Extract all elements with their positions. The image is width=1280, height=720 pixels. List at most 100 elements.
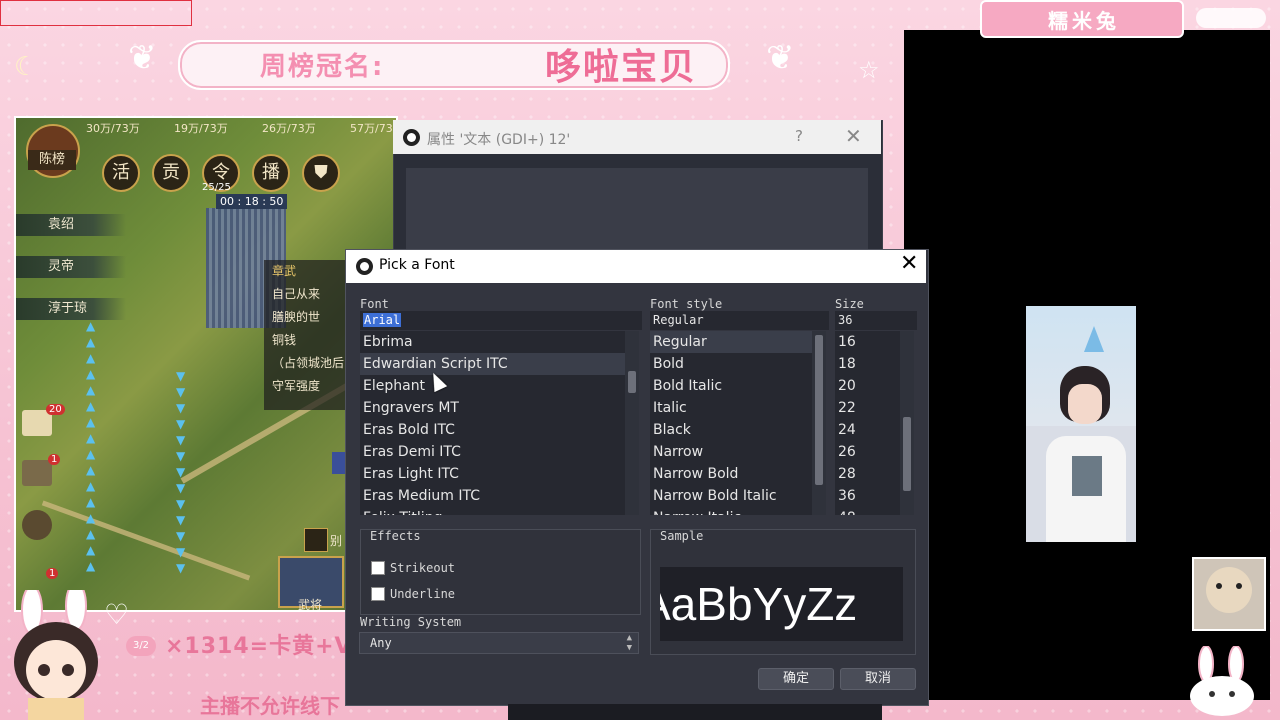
- anime-girl-avatar: [14, 590, 98, 720]
- font-name-value: Arial: [363, 313, 402, 327]
- sample-preview: AaBbYyZz: [660, 567, 903, 641]
- moon-icon: ☾: [14, 52, 38, 82]
- underline-checkbox[interactable]: [371, 587, 385, 601]
- font-list-scrollbar[interactable]: [625, 331, 639, 515]
- font-item[interactable]: Engravers MT: [360, 397, 625, 419]
- march-path: ▲ ▲ ▲ ▲ ▲ ▲ ▲ ▲ ▲ ▲ ▲ ▲ ▲ ▲ ▲ ▲: [86, 319, 96, 573]
- name-tag-2[interactable]: 灵帝: [16, 256, 126, 278]
- font-item[interactable]: Ebrima: [360, 331, 625, 353]
- size-item[interactable]: 36: [835, 485, 900, 507]
- style-scroll-thumb[interactable]: [815, 335, 823, 485]
- obs-logo-icon: [403, 129, 420, 146]
- resource-1: 30万/73万: [86, 122, 140, 135]
- cancel-button[interactable]: 取消: [840, 668, 916, 690]
- font-item[interactable]: Eras Light ITC: [360, 463, 625, 485]
- sample-text: AaBbYyZz: [660, 578, 858, 630]
- resource-2: 19万/73万: [174, 122, 228, 135]
- writing-system-label: Writing System: [360, 615, 462, 629]
- close-icon[interactable]: ✕: [900, 251, 918, 276]
- banner-label: 周榜冠名:: [260, 52, 385, 82]
- march-path-2: ▼ ▼ ▼ ▼ ▼ ▼ ▼ ▼ ▼ ▼ ▼ ▼ ▼: [176, 369, 186, 575]
- style-item[interactable]: Narrow Italic: [650, 507, 812, 515]
- size-item[interactable]: 48: [835, 507, 900, 515]
- size-scroll-thumb[interactable]: [903, 417, 911, 491]
- mail-badge: 20: [46, 404, 65, 415]
- sample-label: Sample: [660, 529, 704, 543]
- size-list-scrollbar[interactable]: [900, 331, 914, 515]
- size-item[interactable]: 18: [835, 353, 900, 375]
- font-item[interactable]: Elephant: [360, 375, 625, 397]
- star-icon: ☆: [858, 56, 880, 84]
- units-icon[interactable]: [22, 460, 52, 486]
- properties-titlebar: 属性 '文本 (GDI+) 12' ? ✕: [393, 120, 881, 154]
- notice-text: 主播不允许线下: [200, 694, 340, 718]
- webcam-feed: [1026, 306, 1136, 542]
- style-list-scrollbar[interactable]: [812, 331, 826, 515]
- banner-sponsor-name: 哆啦宝贝: [545, 47, 698, 88]
- font-style-input[interactable]: Regular: [650, 311, 829, 330]
- shield-icon[interactable]: ⛊: [302, 154, 340, 192]
- font-list[interactable]: Ebrima Edwardian Script ITC Elephant Eng…: [360, 331, 625, 515]
- font-item[interactable]: Eras Bold ITC: [360, 419, 625, 441]
- streamer-name: 糯米兔: [1048, 9, 1120, 33]
- updown-arrows-icon: ▲ ▼: [626, 633, 632, 653]
- help-icon[interactable]: ?: [795, 127, 803, 145]
- hero-icon[interactable]: [22, 510, 52, 540]
- style-item[interactable]: Italic: [650, 397, 812, 419]
- size-list[interactable]: 16 18 20 22 24 26 28 36 48: [835, 331, 900, 515]
- properties-preview: [406, 168, 868, 258]
- font-dialog-titlebar: Pick a Font ✕: [346, 250, 926, 283]
- writing-system-value: Any: [370, 636, 392, 650]
- writing-system-select[interactable]: Any ▲ ▼: [359, 632, 639, 654]
- effects-label: Effects: [370, 529, 421, 543]
- selection-outline: [0, 0, 192, 26]
- style-item[interactable]: Narrow Bold: [650, 463, 812, 485]
- size-item[interactable]: 28: [835, 463, 900, 485]
- font-scroll-thumb[interactable]: [628, 371, 636, 393]
- size-input[interactable]: 36: [835, 311, 917, 330]
- bunny-icon: [1190, 646, 1254, 716]
- name-tag-1[interactable]: 袁绍: [16, 214, 126, 236]
- style-item[interactable]: Narrow Bold Italic: [650, 485, 812, 507]
- left-wing-icon: ❦: [128, 38, 157, 78]
- font-item[interactable]: Eras Demi ITC: [360, 441, 625, 463]
- style-item[interactable]: Bold: [650, 353, 812, 375]
- right-wing-icon: ❦: [766, 38, 795, 78]
- font-item[interactable]: Edwardian Script ITC: [360, 353, 625, 375]
- obs-logo-icon: [356, 258, 373, 275]
- font-label: Font: [360, 297, 389, 311]
- size-item[interactable]: 20: [835, 375, 900, 397]
- size-item[interactable]: 24: [835, 419, 900, 441]
- style-item[interactable]: Bold Italic: [650, 375, 812, 397]
- ok-button[interactable]: 确定: [758, 668, 834, 690]
- style-item[interactable]: Regular: [650, 331, 812, 353]
- city-label: 陈榜: [28, 150, 76, 170]
- broadcast-button[interactable]: 播: [252, 154, 290, 192]
- style-item[interactable]: Narrow: [650, 441, 812, 463]
- units-badge: 1: [48, 454, 61, 465]
- underline-label: Underline: [390, 587, 456, 601]
- game-capture: 30万/73万 19万/73万 26万/73万 57万/73 陈榜 活 贡 令 …: [14, 116, 398, 612]
- font-style-list[interactable]: Regular Bold Bold Italic Italic Black Na…: [650, 331, 812, 515]
- strikeout-checkbox[interactable]: [371, 561, 385, 575]
- style-item[interactable]: Black: [650, 419, 812, 441]
- side-tag: 别: [330, 534, 343, 548]
- strikeout-label: Strikeout: [390, 561, 456, 575]
- bottom-badge: 1: [46, 568, 59, 579]
- general-label: 武将: [298, 598, 323, 612]
- march-timer: 00 : 18 : 50: [216, 194, 288, 209]
- tribute-button[interactable]: 贡: [152, 154, 190, 192]
- font-name-input[interactable]: Arial: [360, 311, 642, 330]
- name-tag-3[interactable]: 淳于琼: [16, 298, 126, 320]
- gift-rule-text: ×1314=卡黄+V: [165, 634, 353, 659]
- taskbar-strip: [508, 704, 882, 720]
- gift-badge: 3/2: [126, 636, 156, 656]
- font-item[interactable]: Felix Titling: [360, 507, 625, 515]
- font-item[interactable]: Eras Medium ITC: [360, 485, 625, 507]
- size-item[interactable]: 16: [835, 331, 900, 353]
- close-icon[interactable]: ✕: [845, 124, 862, 148]
- activity-button[interactable]: 活: [102, 154, 140, 192]
- castle-icon[interactable]: [304, 528, 328, 552]
- size-item[interactable]: 26: [835, 441, 900, 463]
- size-item[interactable]: 22: [835, 397, 900, 419]
